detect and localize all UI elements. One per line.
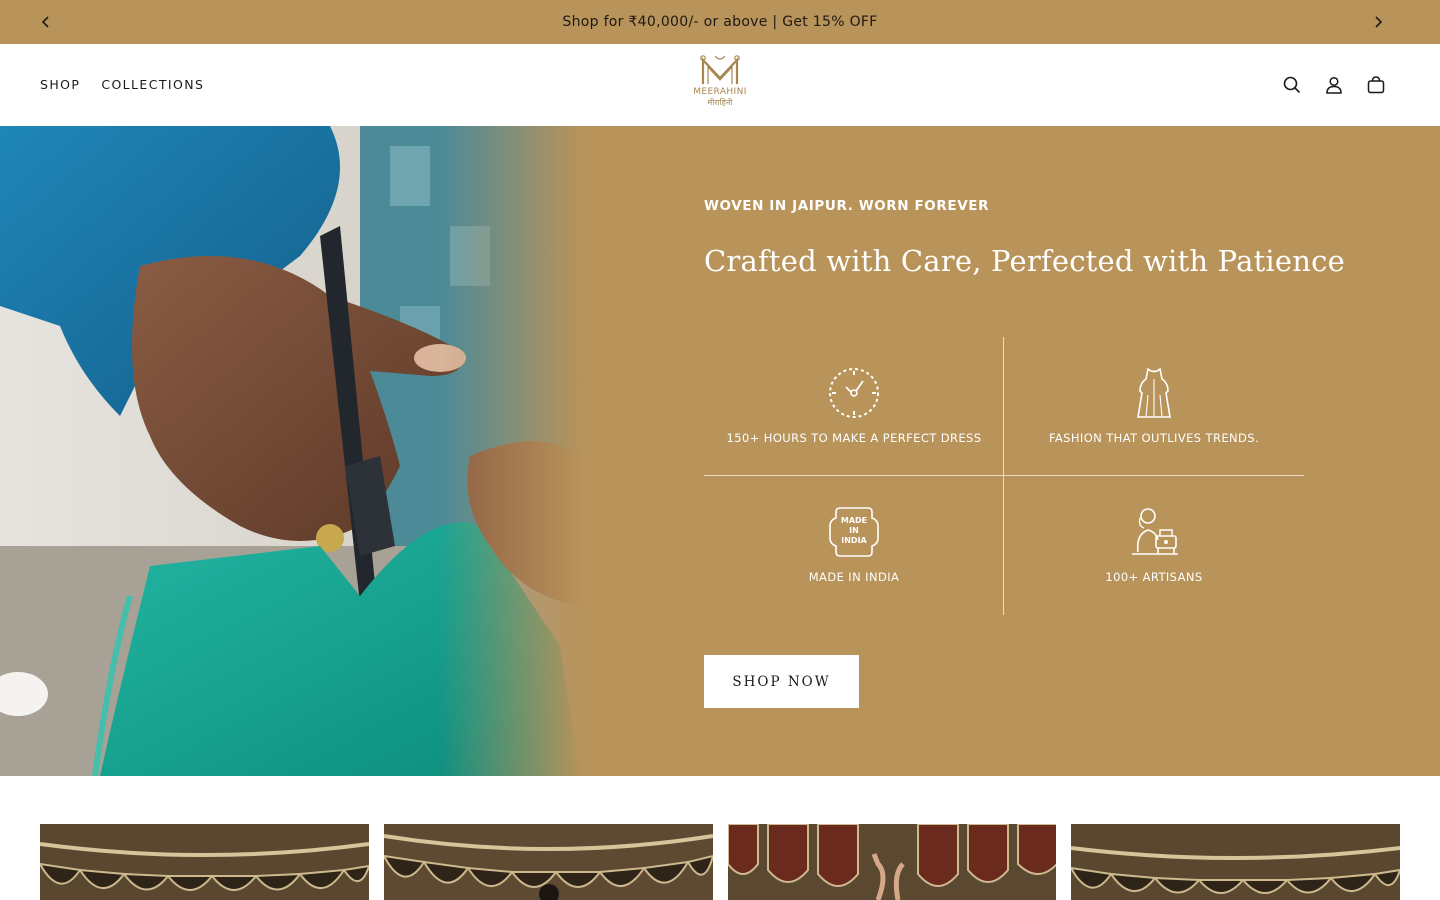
nav-collections[interactable]: COLLECTIONS xyxy=(101,77,204,92)
product-card[interactable] xyxy=(40,824,369,900)
feature-timeless-label: FASHION THAT OUTLIVES TRENDS. xyxy=(1048,431,1260,445)
logo-wordmark: MEERAHINI xyxy=(693,87,747,97)
clock-icon xyxy=(829,368,879,418)
hero-section: WOVEN IN JAIPUR. WORN FOREVER Crafted wi… xyxy=(0,126,1440,776)
chevron-left-icon[interactable] xyxy=(36,12,56,32)
artisan-icon xyxy=(1132,508,1178,555)
made-in-india-badge-icon: MADE IN INDIA xyxy=(829,507,879,557)
product-image xyxy=(383,824,713,900)
hero-eyebrow: WOVEN IN JAIPUR. WORN FOREVER xyxy=(704,198,990,214)
search-icon[interactable] xyxy=(1282,74,1302,96)
shop-now-label: SHOP NOW xyxy=(732,673,831,690)
cart-icon[interactable] xyxy=(1366,74,1386,96)
feature-grid: 150+ HOURS TO MAKE A PERFECT DRESS FASHI… xyxy=(704,337,1304,615)
product-card[interactable] xyxy=(1071,824,1400,900)
main-nav: SHOP COLLECTIONS xyxy=(40,77,204,92)
logo-monogram-icon xyxy=(700,55,740,84)
badge-india: INDIA xyxy=(841,536,867,545)
feature-artisans-label: 100+ ARTISANS xyxy=(1105,570,1203,584)
brand-logo[interactable]: MEERAHINI मीराहिनी xyxy=(680,54,760,116)
feature-hours: 150+ HOURS TO MAKE A PERFECT DRESS xyxy=(704,337,1004,475)
badge-in: IN xyxy=(849,526,859,535)
feature-timeless: FASHION THAT OUTLIVES TRENDS. xyxy=(1004,337,1304,475)
chevron-right-icon[interactable] xyxy=(1368,12,1388,32)
feature-artisans: 100+ ARTISANS xyxy=(1004,476,1304,614)
hero-image-fade xyxy=(440,126,590,776)
site-header: SHOP COLLECTIONS MEERAHINI मीराहिनी xyxy=(0,44,1440,126)
product-image xyxy=(727,824,1057,900)
shop-now-button[interactable]: SHOP NOW xyxy=(704,655,859,708)
product-card[interactable] xyxy=(727,824,1057,900)
product-image xyxy=(1071,824,1400,900)
feature-hours-label: 150+ HOURS TO MAKE A PERFECT DRESS xyxy=(726,431,982,445)
announcement-text[interactable]: Shop for ₹40,000/- or above | Get 15% OF… xyxy=(562,14,877,30)
product-card[interactable] xyxy=(383,824,713,900)
feature-made-in-india-label: MADE IN INDIA xyxy=(808,570,900,584)
logo-hindi: मीराहिनी xyxy=(707,98,733,107)
dress-icon xyxy=(1137,367,1171,418)
header-actions xyxy=(1282,74,1386,96)
product-grid xyxy=(40,824,1400,900)
account-icon[interactable] xyxy=(1324,74,1344,96)
hero-title: Crafted with Care, Perfected with Patien… xyxy=(704,244,1345,278)
badge-made: MADE xyxy=(841,516,867,525)
announcement-bar: Shop for ₹40,000/- or above | Get 15% OF… xyxy=(0,0,1440,44)
product-image xyxy=(40,824,369,900)
nav-shop[interactable]: SHOP xyxy=(40,77,80,92)
feature-made-in-india: MADE IN INDIA MADE IN INDIA xyxy=(704,476,1004,614)
